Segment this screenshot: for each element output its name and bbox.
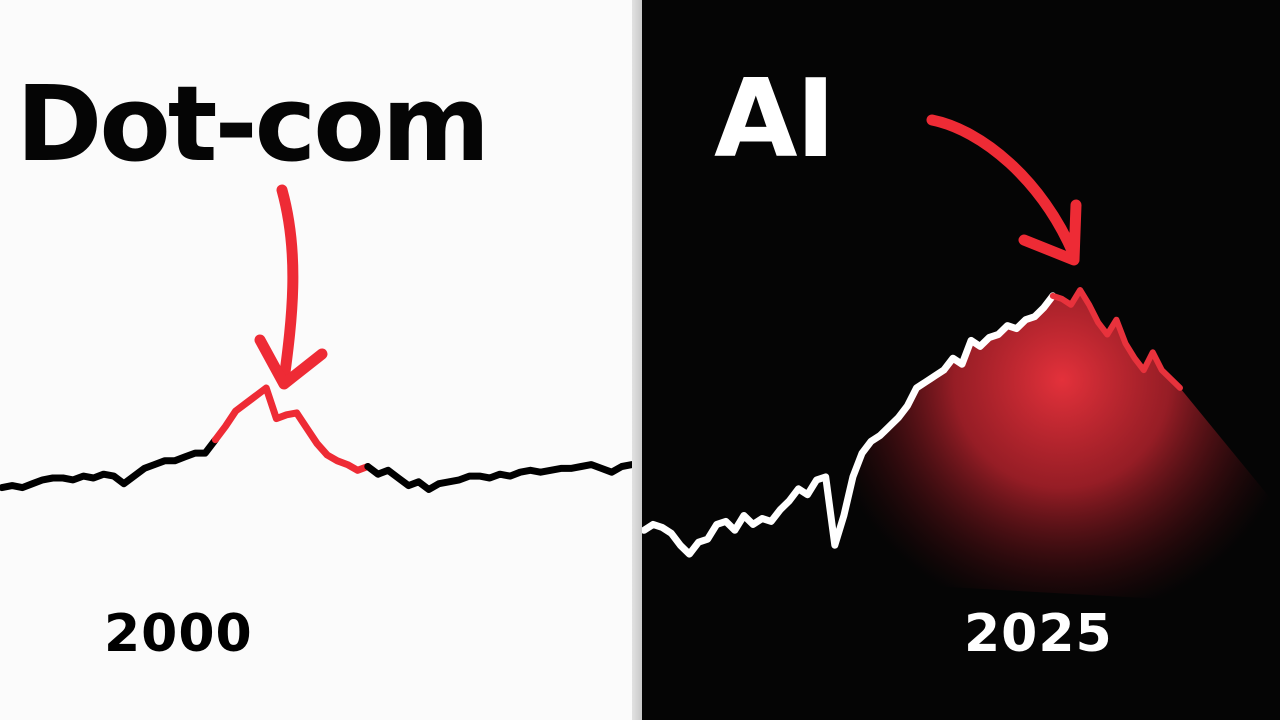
dotcom-panel: Dot-com 2000 — [0, 0, 632, 720]
ai-arrow-icon — [926, 114, 1082, 266]
dotcom-line-post — [364, 461, 632, 493]
dotcom-line-crash — [211, 384, 372, 474]
panel-divider — [632, 0, 642, 720]
ai-panel: AI 2025 — [642, 0, 1280, 720]
dotcom-title: Dot-com — [16, 63, 490, 185]
dotcom-price-line-group — [0, 384, 632, 493]
ai-drawdown-area — [644, 290, 1280, 600]
ai-title: AI — [714, 57, 836, 182]
dotcom-line-pre — [0, 436, 219, 492]
dotcom-arrow-icon — [254, 184, 328, 390]
dotcom-year-label: 2000 — [104, 604, 253, 664]
ai-year-label: 2025 — [964, 604, 1113, 664]
